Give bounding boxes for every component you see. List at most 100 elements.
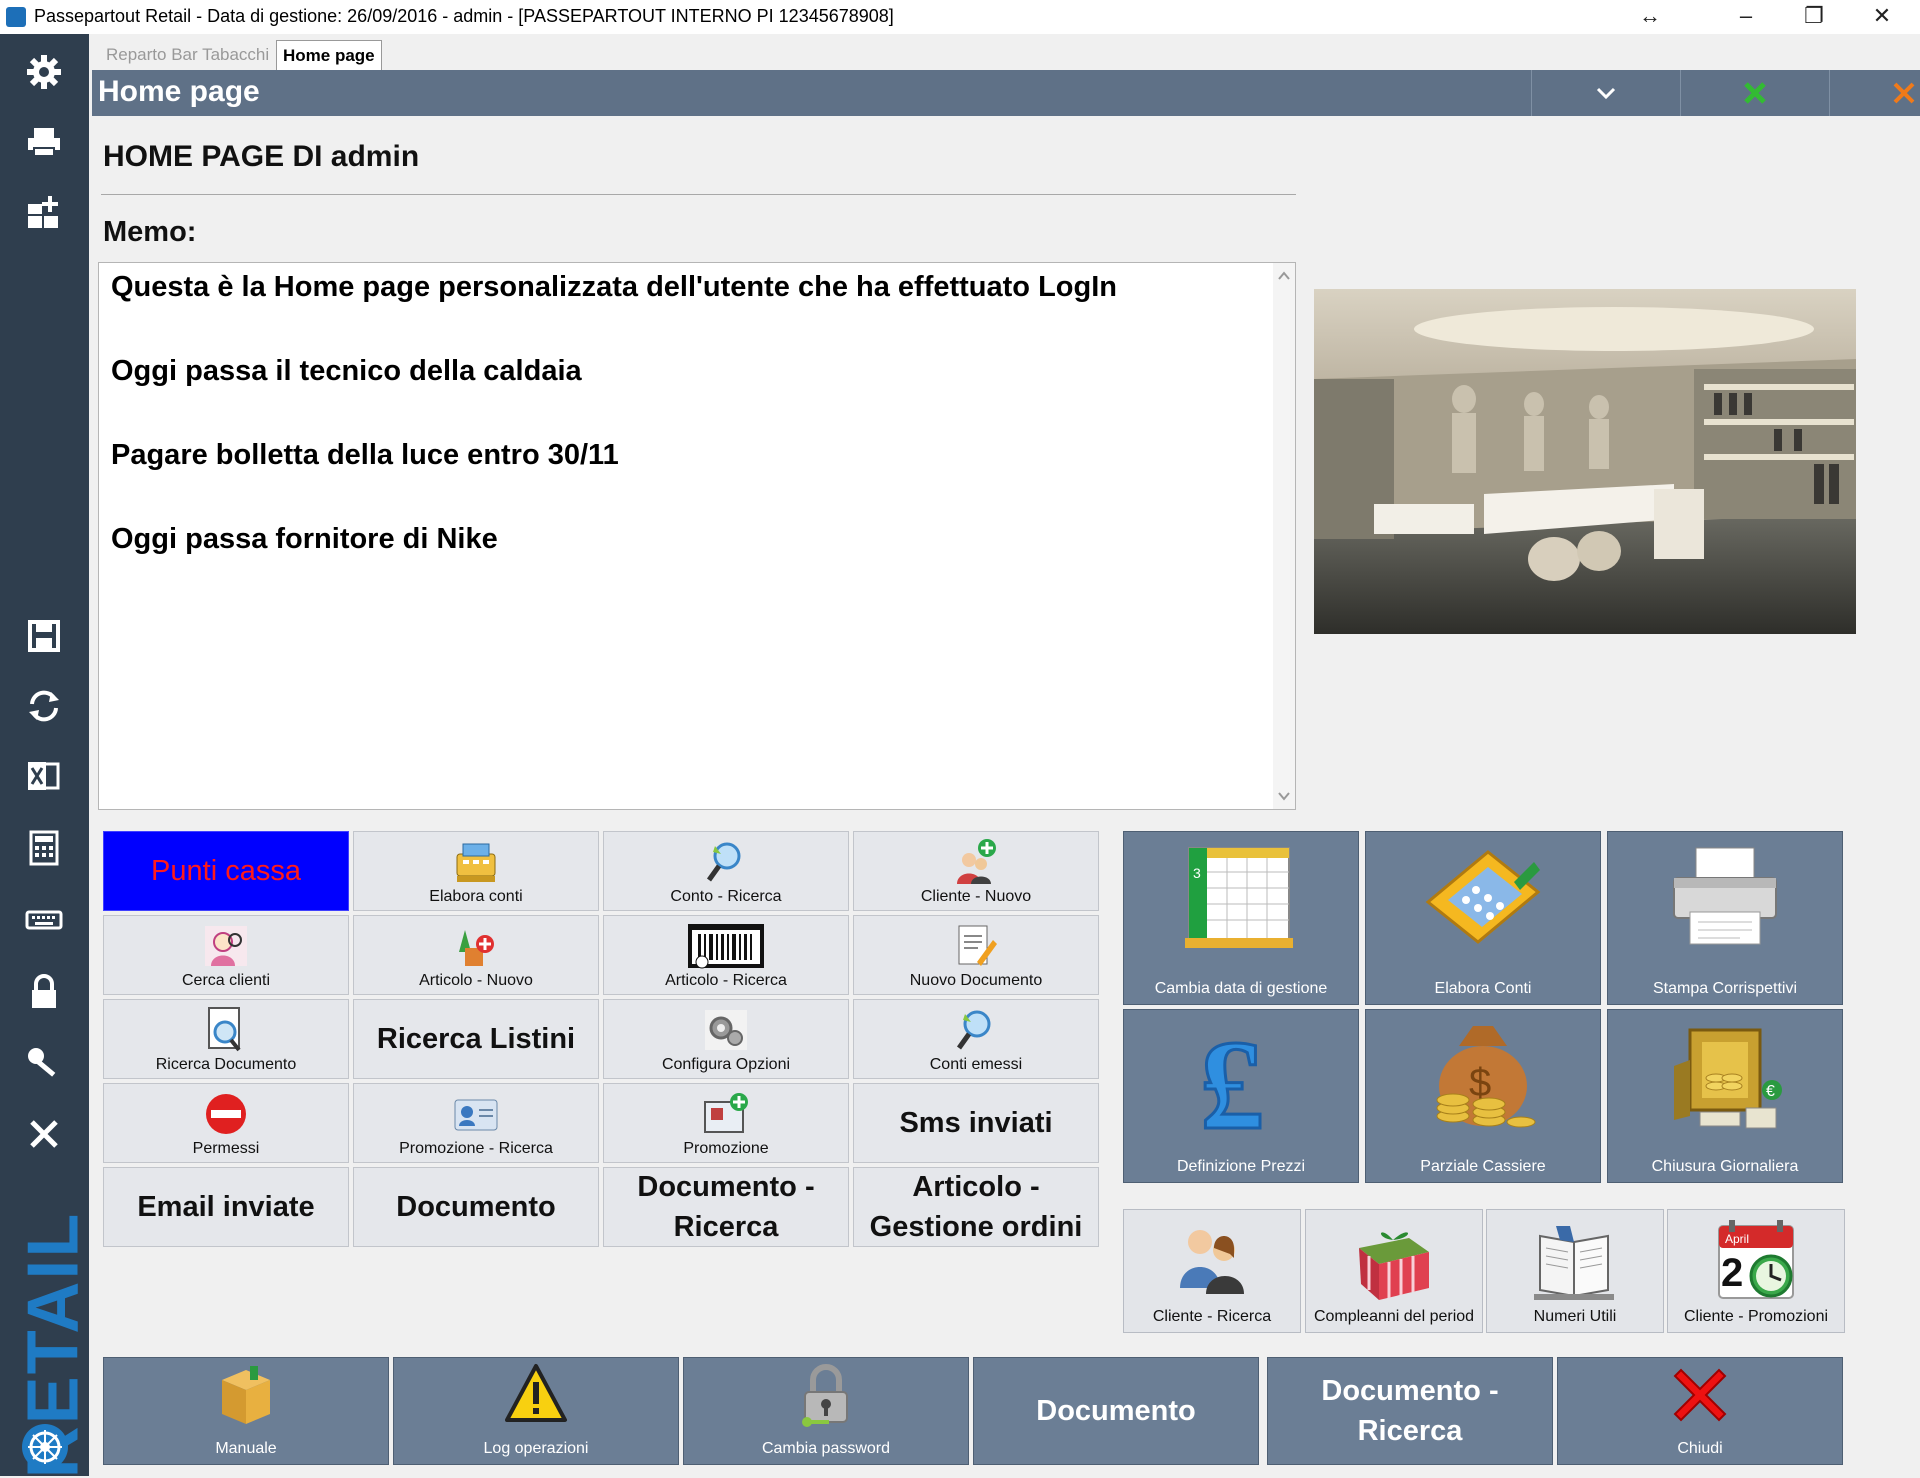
numeri-utili-tile[interactable]: Numeri Utili bbox=[1486, 1209, 1664, 1333]
key-icon[interactable] bbox=[18, 1042, 70, 1090]
tile-label: Numeri Utili bbox=[1533, 1308, 1617, 1325]
cliente-ricerca-tile[interactable]: Cliente - Ricerca bbox=[1123, 1209, 1301, 1333]
tile-label: Parziale Cassiere bbox=[1420, 1158, 1546, 1175]
gear-icon[interactable] bbox=[18, 52, 70, 100]
svg-text:€: € bbox=[1766, 1083, 1775, 1100]
elabora-conti-tile[interactable]: Elabora Conti bbox=[1365, 831, 1601, 1005]
cash-register-icon bbox=[451, 838, 501, 886]
button-label: Ricerca Listini bbox=[376, 1023, 576, 1055]
search-customer-icon bbox=[201, 922, 251, 970]
button-label: Email inviate bbox=[137, 1191, 315, 1223]
tab-home-page[interactable]: Home page bbox=[276, 40, 382, 71]
lock-icon[interactable] bbox=[18, 972, 70, 1020]
button-label: Articolo - Gestione ordini bbox=[869, 1171, 1083, 1243]
sms-inviati-button[interactable]: Sms inviati bbox=[853, 1083, 1099, 1163]
stampa-corrispettivi-tile[interactable]: Stampa Corrispettivi bbox=[1607, 831, 1843, 1005]
button-label: Cerca clienti bbox=[181, 972, 271, 989]
promozione-ricerca-button[interactable]: Promozione - Ricerca bbox=[353, 1083, 599, 1163]
close-button[interactable]: ✕ bbox=[1852, 0, 1912, 34]
close-icon[interactable] bbox=[18, 1114, 70, 1162]
add-customer-icon bbox=[951, 838, 1001, 886]
gears-icon bbox=[701, 1006, 751, 1054]
cliente-promozioni-tile[interactable]: April 2 Cliente - Promozioni bbox=[1667, 1209, 1845, 1333]
promotion-card-icon bbox=[451, 1090, 501, 1138]
permessi-button[interactable]: Permessi bbox=[103, 1083, 349, 1163]
resize-icon[interactable]: ↔ bbox=[1620, 0, 1680, 34]
brand-logo-icon bbox=[22, 1424, 68, 1470]
elabora-conti-button[interactable]: Elabora conti bbox=[353, 831, 599, 911]
ricerca-listini-button[interactable]: Ricerca Listini bbox=[353, 999, 599, 1079]
conto-ricerca-button[interactable]: Conto - Ricerca bbox=[603, 831, 849, 911]
documento-tile[interactable]: Documento bbox=[973, 1357, 1259, 1465]
memo-scrollbar[interactable] bbox=[1273, 263, 1295, 809]
svg-text:3: 3 bbox=[1193, 865, 1201, 881]
documento-ricerca-button[interactable]: Documento - Ricerca bbox=[603, 1167, 849, 1247]
refresh-icon[interactable] bbox=[18, 686, 70, 734]
search-document-icon bbox=[201, 1006, 251, 1054]
restore-button[interactable]: ❐ bbox=[1784, 0, 1844, 34]
button-label: Articolo - Nuovo bbox=[419, 972, 533, 989]
compleanni-del-period-tile[interactable]: Compleanni del period bbox=[1305, 1209, 1483, 1333]
documento-button[interactable]: Documento bbox=[353, 1167, 599, 1247]
tile-label: Chiudi bbox=[1677, 1440, 1723, 1457]
button-label: Documento - Ricerca bbox=[637, 1171, 815, 1243]
chiusura-giornaliera-tile[interactable]: € Chiusura Giornaliera bbox=[1607, 1009, 1843, 1183]
divider bbox=[101, 194, 1296, 195]
no-entry-icon bbox=[201, 1090, 251, 1138]
definizione-prezzi-tile[interactable]: £ Definizione Prezzi bbox=[1123, 1009, 1359, 1183]
tab-reparto-bar-tabacchi[interactable]: Reparto Bar Tabacchi bbox=[100, 40, 275, 70]
button-label: Sms inviati bbox=[899, 1107, 1053, 1139]
cambia-password-tile[interactable]: Cambia password bbox=[683, 1357, 969, 1465]
sidebar: RETAIL bbox=[0, 34, 93, 1478]
tile-label: Chiusura Giornaliera bbox=[1651, 1158, 1799, 1175]
email-inviate-button[interactable]: Email inviate bbox=[103, 1167, 349, 1247]
log-operazioni-tile[interactable]: Log operazioni bbox=[393, 1357, 679, 1465]
articolo-ricerca-button[interactable]: Articolo - Ricerca bbox=[603, 915, 849, 995]
dashboard-icon[interactable] bbox=[18, 192, 70, 240]
retail-brand: RETAIL bbox=[10, 1194, 93, 1478]
chevron-down-icon[interactable] bbox=[1531, 70, 1680, 116]
button-label: Conti emessi bbox=[929, 1056, 1023, 1073]
configura-opzioni-button[interactable]: Configura Opzioni bbox=[603, 999, 849, 1079]
svg-text:£: £ bbox=[1200, 1020, 1264, 1140]
memo-line: Oggi passa fornitore di Nike bbox=[111, 523, 498, 555]
calculator-icon[interactable] bbox=[18, 828, 70, 876]
punti-cassa-button[interactable]: Punti cassa bbox=[103, 831, 349, 911]
save-icon[interactable] bbox=[18, 616, 70, 664]
tile-label: Definizione Prezzi bbox=[1176, 1158, 1306, 1175]
cambia-data-di-gestione-tile[interactable]: 3 Cambia data di gestione bbox=[1123, 831, 1359, 1005]
app-icon bbox=[6, 7, 26, 27]
excel-icon[interactable] bbox=[18, 756, 70, 804]
articolo-gestione-ordini-button[interactable]: Articolo - Gestione ordini bbox=[853, 1167, 1099, 1247]
parziale-cassiere-tile[interactable]: $ Parziale Cassiere bbox=[1365, 1009, 1601, 1183]
printer-icon[interactable] bbox=[18, 122, 70, 170]
memo-textarea[interactable]: Questa è la Home page personalizzata del… bbox=[98, 262, 1296, 810]
window-title-bar: Passepartout Retail - Data di gestione: … bbox=[0, 0, 1920, 35]
manuale-tile[interactable]: Manuale bbox=[103, 1357, 389, 1465]
button-label: Nuovo Documento bbox=[909, 972, 1043, 989]
tile-label: Elabora Conti bbox=[1434, 980, 1532, 997]
tile-label: Cambia password bbox=[761, 1440, 891, 1457]
documento-ricerca-tile[interactable]: Documento - Ricerca bbox=[1267, 1357, 1553, 1465]
cliente-nuovo-button[interactable]: Cliente - Nuovo bbox=[853, 831, 1099, 911]
button-label: Promozione - Ricerca bbox=[399, 1140, 553, 1157]
svg-text:2: 2 bbox=[1721, 1251, 1743, 1295]
nuovo-documento-button[interactable]: Nuovo Documento bbox=[853, 915, 1099, 995]
excel-export-icon[interactable] bbox=[1680, 70, 1829, 116]
memo-line: Pagare bolletta della luce entro 30/11 bbox=[111, 439, 619, 471]
close-page-icon[interactable] bbox=[1829, 70, 1920, 116]
chiudi-tile[interactable]: Chiudi bbox=[1557, 1357, 1843, 1465]
conti-emessi-button[interactable]: Conti emessi bbox=[853, 999, 1099, 1079]
articolo-nuovo-button[interactable]: Articolo - Nuovo bbox=[353, 915, 599, 995]
promozione-button[interactable]: Promozione bbox=[603, 1083, 849, 1163]
tile-label: Cliente - Promozioni bbox=[1683, 1308, 1829, 1325]
tile-label: Documento - Ricerca bbox=[1321, 1375, 1499, 1447]
cerca-clienti-button[interactable]: Cerca clienti bbox=[103, 915, 349, 995]
memo-line: Questa è la Home page personalizzata del… bbox=[111, 271, 1117, 303]
keyboard-icon[interactable] bbox=[18, 900, 70, 948]
page-title: Home page bbox=[98, 75, 260, 108]
ricerca-documento-button[interactable]: Ricerca Documento bbox=[103, 999, 349, 1079]
button-label: Articolo - Ricerca bbox=[665, 972, 787, 989]
minimize-button[interactable]: – bbox=[1716, 0, 1776, 34]
barcode-icon bbox=[686, 922, 766, 970]
